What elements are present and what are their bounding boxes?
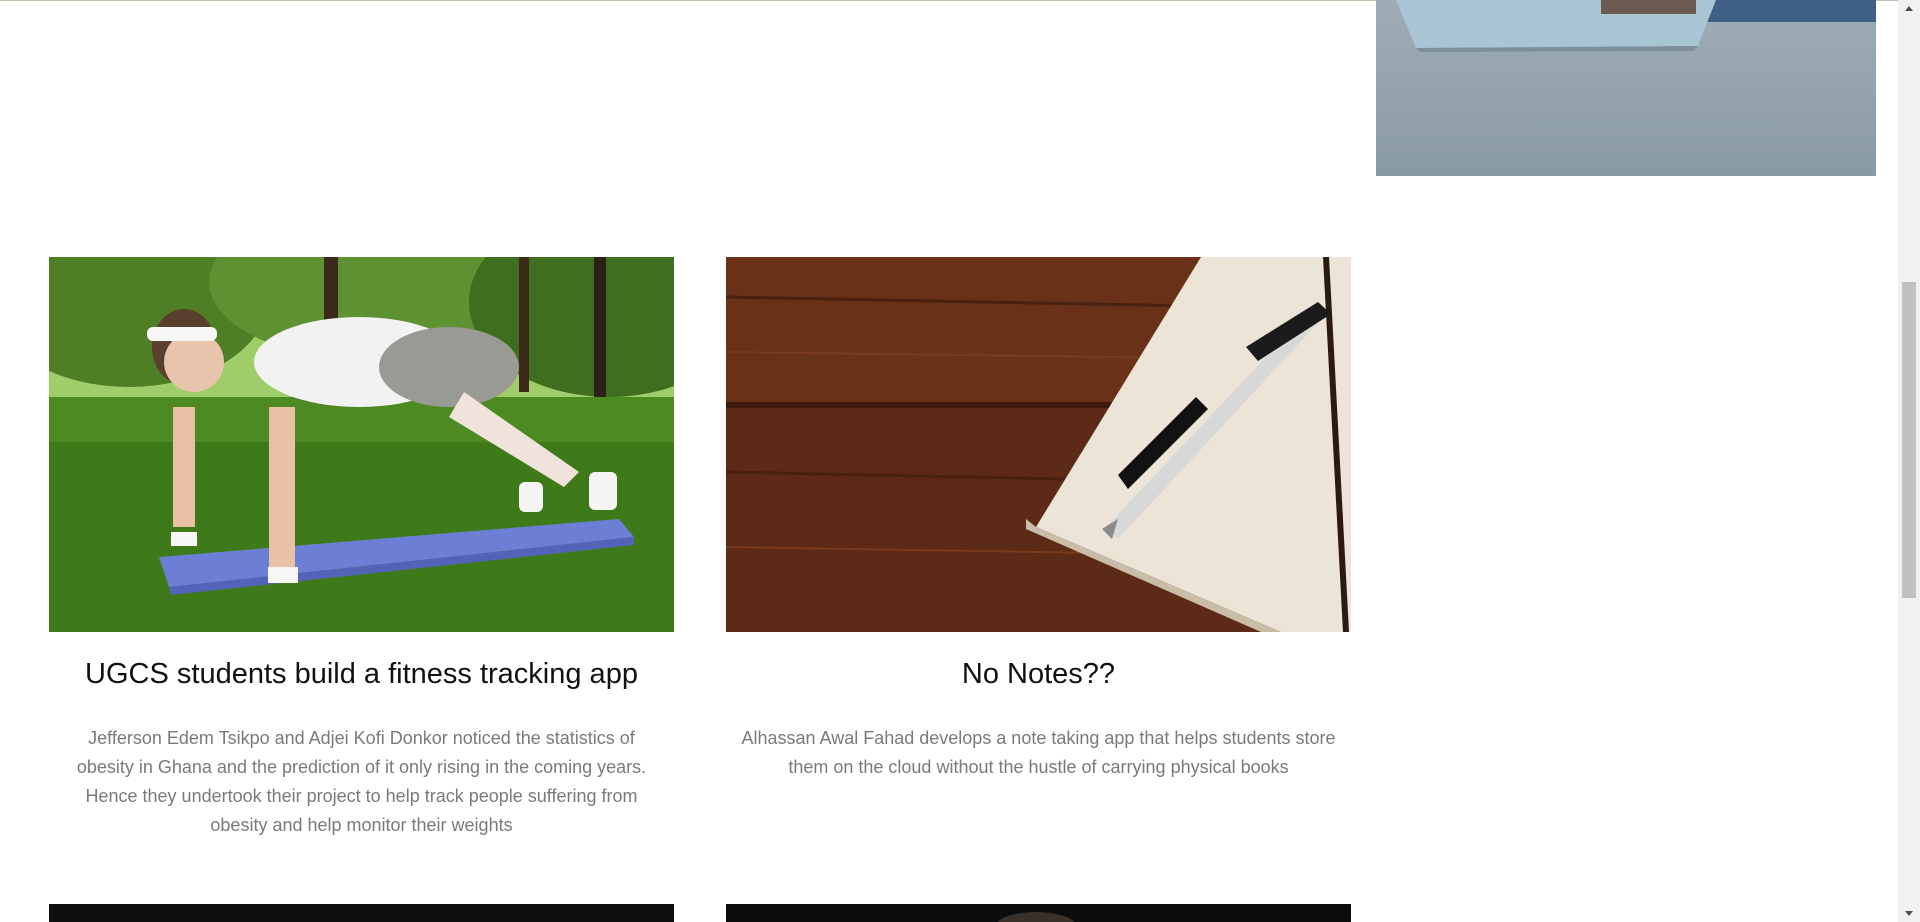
scrollbar-thumb[interactable] (1902, 282, 1916, 598)
notes-photo-graphic (726, 257, 1351, 632)
card-image-fitness[interactable] (49, 257, 674, 632)
laptop-photo[interactable] (1376, 0, 1876, 176)
card-image-notes[interactable] (726, 257, 1351, 632)
laptop-photo-graphic (1376, 0, 1876, 176)
fitness-photo-graphic (49, 257, 674, 632)
card-image-next-2[interactable] (726, 904, 1351, 922)
card-description-fitness: Jefferson Edem Tsikpo and Adjei Kofi Don… (76, 728, 647, 835)
card-title-fitness[interactable]: UGCS students build a fitness tracking a… (49, 656, 674, 692)
card-image-next-1[interactable] (49, 904, 674, 922)
next-card-2-graphic (726, 904, 1351, 922)
scroll-down-button[interactable] (1898, 905, 1920, 922)
vertical-scrollbar[interactable] (1898, 0, 1920, 922)
chevron-up-icon (1905, 6, 1913, 11)
card-title-notes[interactable]: No Notes?? (726, 656, 1351, 692)
card-description-notes: Alhassan Awal Fahad develops a note taki… (741, 728, 1336, 777)
scroll-up-button[interactable] (1898, 0, 1920, 17)
chevron-down-icon (1905, 911, 1913, 916)
